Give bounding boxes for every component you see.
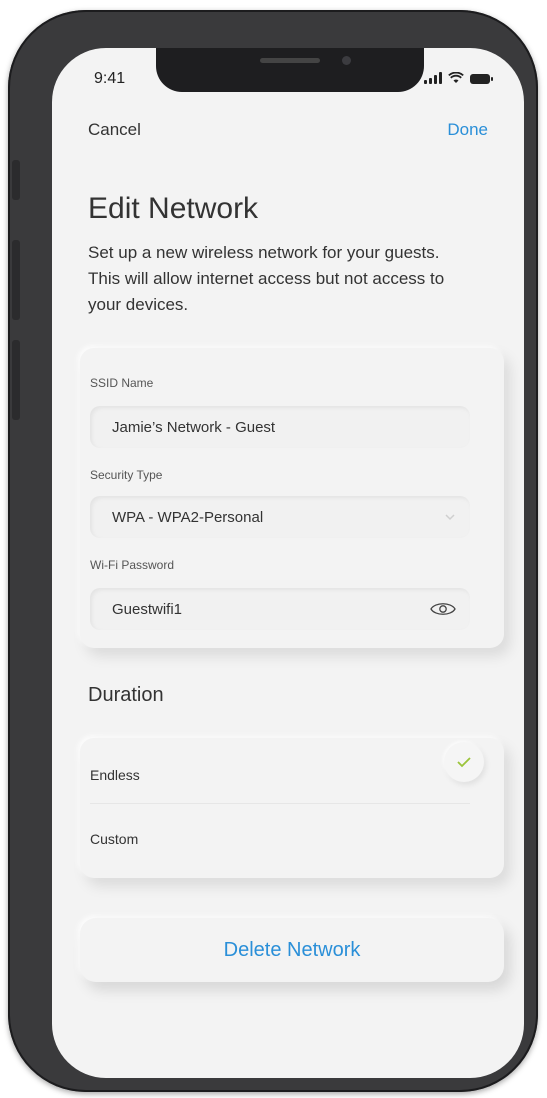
- status-icons: [424, 70, 493, 84]
- mute-switch: [12, 160, 20, 200]
- battery-icon: [470, 74, 493, 84]
- volume-up-button: [12, 240, 20, 320]
- option-divider: [90, 803, 470, 804]
- done-button[interactable]: Done: [447, 120, 488, 140]
- speaker: [260, 58, 320, 63]
- security-type-label: Security Type: [90, 468, 163, 482]
- page-title: Edit Network: [88, 192, 259, 225]
- duration-option-label: Custom: [90, 831, 139, 847]
- password-value: Guestwifi1: [112, 600, 183, 618]
- security-type-select[interactable]: WPA - WPA2-Personal: [90, 496, 470, 538]
- password-input[interactable]: Guestwifi1: [90, 588, 470, 630]
- security-type-value: WPA - WPA2-Personal: [112, 508, 264, 526]
- chevron-down-icon: [445, 514, 455, 521]
- status-time: 9:41: [94, 70, 126, 87]
- ssid-label: SSID Name: [90, 376, 154, 390]
- duration-option-endless[interactable]: Endless: [90, 742, 490, 802]
- page-description: Set up a new wireless network for your g…: [88, 243, 445, 314]
- ssid-input[interactable]: Jamie’s Network - Guest: [90, 406, 470, 448]
- checkmark-icon: [457, 757, 471, 768]
- notch: [156, 48, 424, 92]
- delete-network-button[interactable]: Delete Network: [80, 918, 504, 982]
- signal-icon: [424, 72, 442, 84]
- ssid-value: Jamie’s Network - Guest: [112, 418, 276, 436]
- duration-option-label: Endless: [90, 767, 140, 783]
- eye-icon[interactable]: [430, 601, 456, 617]
- password-label: Wi-Fi Password: [90, 558, 175, 572]
- network-form-card: SSID Name Jamie’s Network - Guest Securi…: [80, 348, 504, 648]
- duration-card: Endless Custom: [80, 738, 504, 878]
- selected-indicator: [444, 742, 484, 782]
- wifi-icon: [448, 72, 464, 83]
- phone-frame: 9:41 Cancel Done Edit Network Set up a n…: [8, 10, 538, 1092]
- screen: 9:41 Cancel Done Edit Network Set up a n…: [52, 48, 524, 1078]
- duration-option-custom[interactable]: Custom: [90, 812, 490, 866]
- camera: [342, 56, 351, 65]
- cancel-button[interactable]: Cancel: [88, 120, 141, 140]
- volume-down-button: [12, 340, 20, 420]
- duration-title: Duration: [88, 684, 164, 706]
